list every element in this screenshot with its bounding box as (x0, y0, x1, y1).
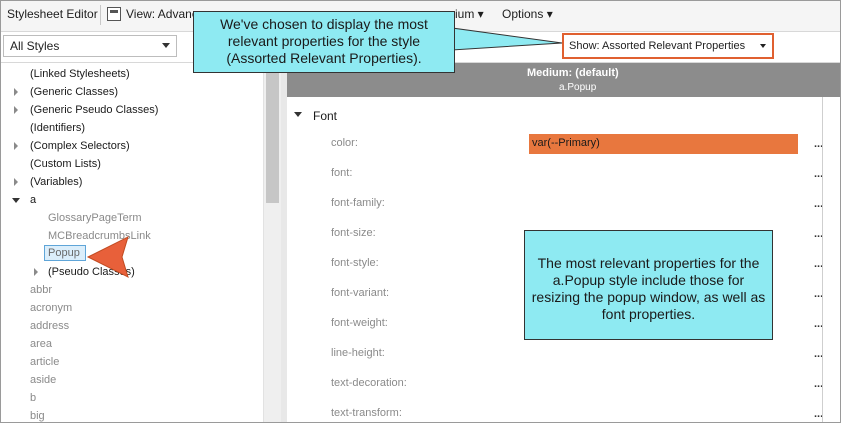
tree-item-area[interactable]: area (30, 338, 52, 350)
property-label-text-decoration: text-decoration: (331, 377, 407, 389)
medium-title: Medium: (default) (527, 67, 619, 79)
tree-item-glossarypageterm[interactable]: GlossaryPageTerm (48, 212, 142, 224)
toolbar-divider (100, 5, 101, 25)
tree-item-pseudo-classes[interactable]: (Pseudo Classes) (48, 266, 135, 278)
property-label-color: color: (331, 137, 358, 149)
font-group-label[interactable]: Font (313, 109, 337, 123)
expand-arrow-icon[interactable] (14, 178, 18, 186)
chevron-down-icon (162, 43, 170, 48)
callout-top: We've chosen to display the most relevan… (193, 11, 455, 73)
show-properties-select[interactable]: Show: Assorted Relevant Properties (562, 33, 774, 59)
collapse-arrow-icon[interactable] (12, 198, 20, 203)
tree-item-address[interactable]: address (30, 320, 69, 332)
tree-item-big[interactable]: big (30, 410, 45, 422)
tree-item-acronym[interactable]: acronym (30, 302, 72, 314)
styles-tree: (Linked Stylesheets) (Generic Classes) (… (1, 63, 264, 422)
view-icon[interactable] (107, 7, 121, 21)
panel-scrollbar[interactable] (823, 97, 840, 422)
collapse-arrow-icon[interactable] (294, 112, 302, 117)
property-label-font-size: font-size: (331, 227, 376, 239)
tree-item-b[interactable]: b (30, 392, 36, 404)
tree-item-article[interactable]: article (30, 356, 59, 368)
expand-arrow-icon[interactable] (34, 268, 38, 276)
styles-filter-value: All Styles (10, 39, 60, 53)
property-label-text-transform: text-transform: (331, 407, 402, 419)
chevron-down-icon (760, 44, 766, 48)
expand-arrow-icon[interactable] (14, 88, 18, 96)
tree-item-generic-pseudo-classes[interactable]: (Generic Pseudo Classes) (30, 104, 158, 116)
styles-filter-select[interactable]: All Styles (3, 35, 177, 57)
editor-title: Stylesheet Editor (7, 7, 98, 21)
tree-item-mcbreadcrumbslink[interactable]: MCBreadcrumbsLink (48, 230, 151, 242)
property-label-font-style: font-style: (331, 257, 379, 269)
property-label-line-height: line-height: (331, 347, 385, 359)
style-name: a.Popup (559, 82, 597, 93)
tree-item-a[interactable]: a (30, 194, 36, 206)
property-label-font-weight: font-weight: (331, 317, 388, 329)
property-label-font-variant: font-variant: (331, 287, 390, 299)
property-label-font: font: (331, 167, 353, 179)
tree-item-linked-stylesheets[interactable]: (Linked Stylesheets) (30, 68, 130, 80)
medium-dropdown[interactable]: ium ▾ (455, 7, 484, 21)
tree-item-identifiers[interactable]: (Identifiers) (30, 122, 85, 134)
options-dropdown[interactable]: Options ▾ (502, 7, 553, 21)
view-dropdown[interactable]: View: Advanc (126, 7, 198, 21)
tree-item-custom-lists[interactable]: (Custom Lists) (30, 158, 101, 170)
tree-item-generic-classes[interactable]: (Generic Classes) (30, 86, 118, 98)
pane-splitter[interactable] (281, 63, 287, 422)
callout-bottom: The most relevant properties for the a.P… (524, 230, 773, 340)
tree-item-variables[interactable]: (Variables) (30, 176, 82, 188)
tree-item-complex-selectors[interactable]: (Complex Selectors) (30, 140, 130, 152)
expand-arrow-icon[interactable] (14, 142, 18, 150)
tree-item-aside[interactable]: aside (30, 374, 56, 386)
tree-item-popup-selected[interactable]: Popup (44, 245, 86, 261)
show-properties-value: Show: Assorted Relevant Properties (569, 40, 746, 52)
tree-item-abbr[interactable]: abbr (30, 284, 52, 296)
tree-scrollbar-thumb[interactable] (266, 65, 279, 203)
expand-arrow-icon[interactable] (14, 106, 18, 114)
property-label-font-family: font-family: (331, 197, 385, 209)
property-value-color[interactable]: var(--Primary) (529, 134, 798, 154)
